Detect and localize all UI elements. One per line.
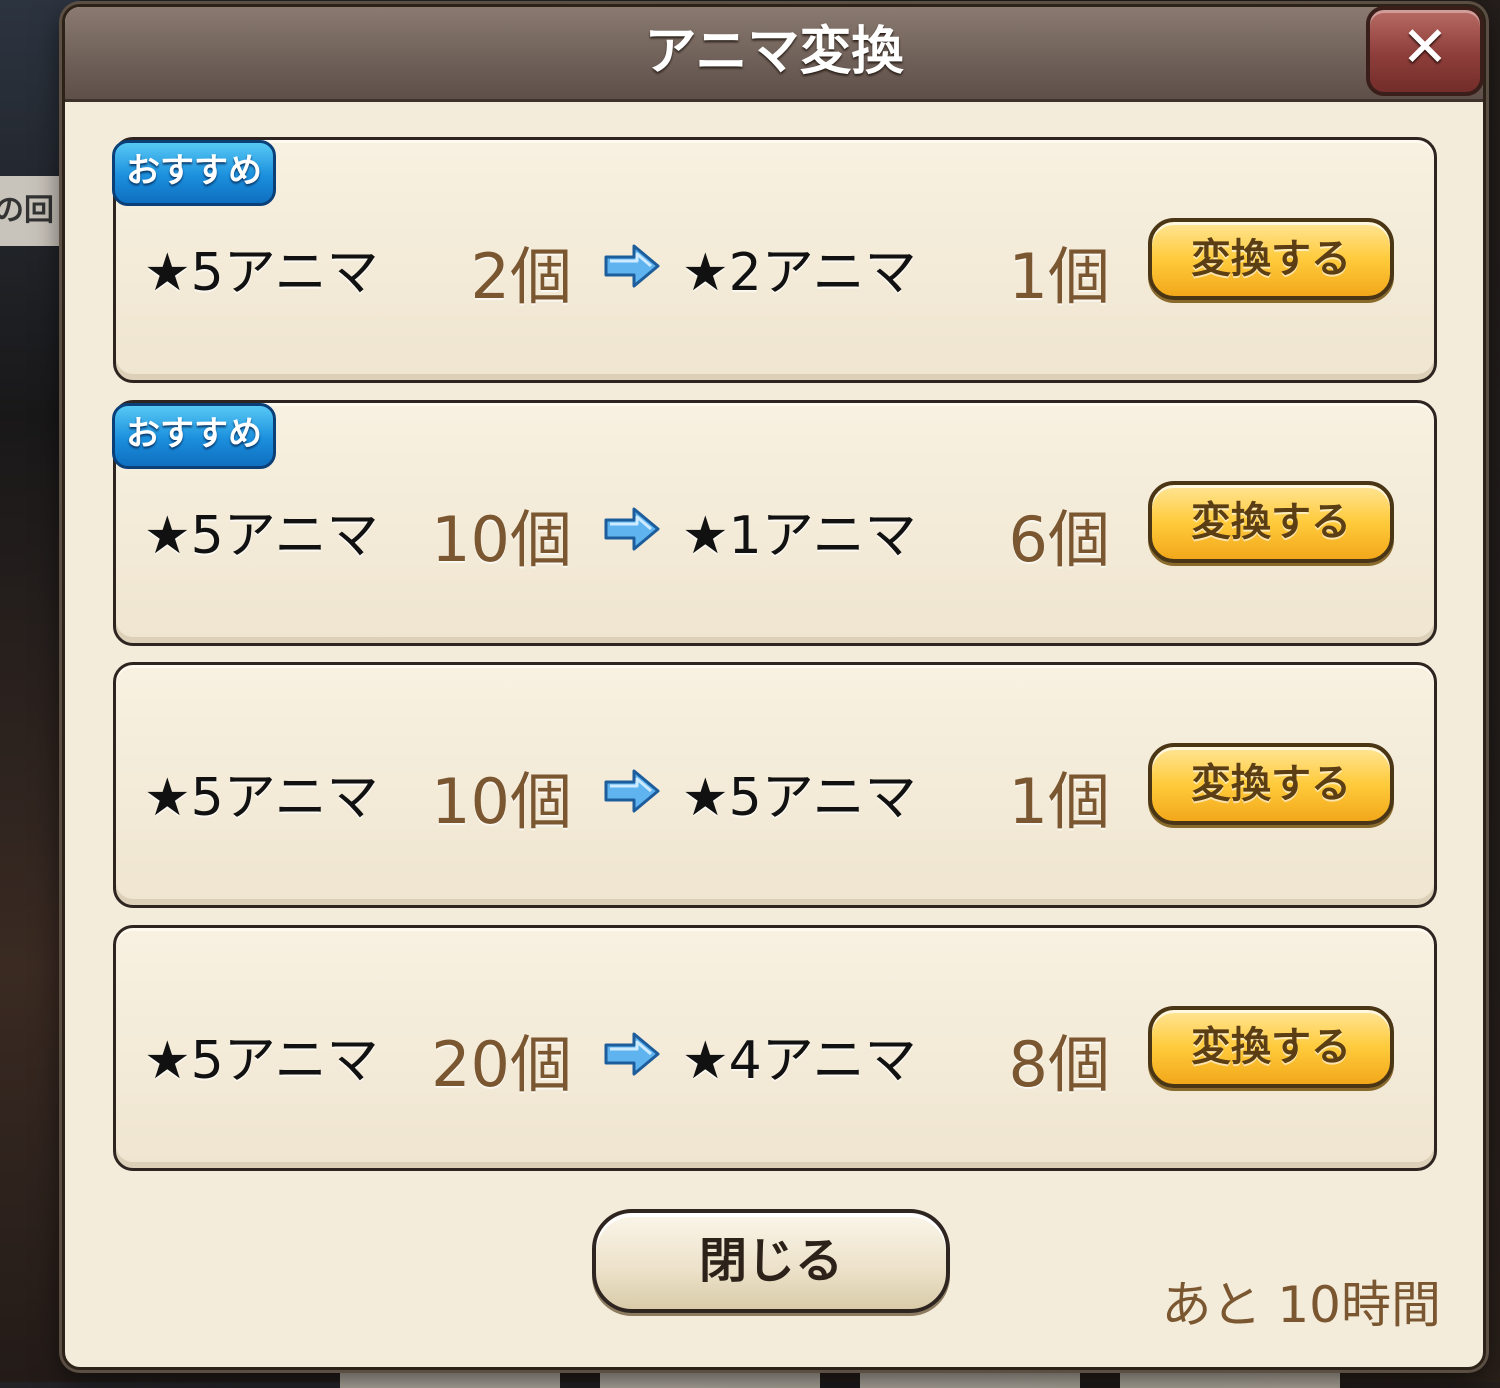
source-quantity: 20個 [431, 1028, 572, 1101]
close-dialog-button[interactable]: 閉じる [592, 1209, 950, 1313]
convert-button[interactable]: 変換する [1148, 743, 1394, 825]
convert-button[interactable]: 変換する [1148, 218, 1394, 300]
conversion-offer-2: おすすめ ★5アニマ 10個 ★1アニマ 6個 変換する [112, 400, 1437, 646]
arrow-right-icon [604, 244, 660, 288]
anima-conversion-dialog: アニマ変換 おすすめ ★5アニマ 2個 ★2アニマ 1個 変換する おすすめ ★… [62, 4, 1486, 1370]
result-anima-label: ★2アニマ [682, 243, 917, 303]
close-icon[interactable]: ✕ [1366, 6, 1484, 96]
result-quantity: 8個 [1008, 1028, 1110, 1101]
source-anima-label: ★5アニマ [144, 768, 379, 828]
recommended-badge: おすすめ [112, 403, 276, 469]
source-quantity: 2個 [470, 240, 572, 313]
source-quantity: 10個 [431, 503, 572, 576]
source-quantity: 10個 [431, 765, 572, 838]
result-anima-label: ★5アニマ [682, 768, 917, 828]
result-quantity: 1個 [1008, 240, 1110, 313]
remaining-time: あと 10時間 [1161, 1276, 1441, 1334]
arrow-right-icon [604, 507, 660, 551]
conversion-offer-3: ★5アニマ 10個 ★5アニマ 1個 変換する [113, 662, 1437, 908]
result-anima-label: ★1アニマ [682, 506, 917, 566]
background-side-label: の回 [0, 176, 70, 246]
result-quantity: 1個 [1008, 765, 1110, 838]
dialog-title: アニマ変換 [65, 7, 1483, 102]
result-quantity: 6個 [1008, 503, 1110, 576]
arrow-right-icon [604, 1032, 660, 1076]
result-anima-label: ★4アニマ [682, 1031, 917, 1091]
source-anima-label: ★5アニマ [144, 506, 379, 566]
recommended-badge: おすすめ [112, 140, 276, 206]
conversion-offer-4: ★5アニマ 20個 ★4アニマ 8個 変換する [113, 925, 1437, 1171]
conversion-offer-1: おすすめ ★5アニマ 2個 ★2アニマ 1個 変換する [112, 137, 1437, 383]
convert-button[interactable]: 変換する [1148, 481, 1394, 563]
source-anima-label: ★5アニマ [144, 1031, 379, 1091]
arrow-right-icon [604, 769, 660, 813]
convert-button[interactable]: 変換する [1148, 1006, 1394, 1088]
source-anima-label: ★5アニマ [144, 243, 379, 303]
